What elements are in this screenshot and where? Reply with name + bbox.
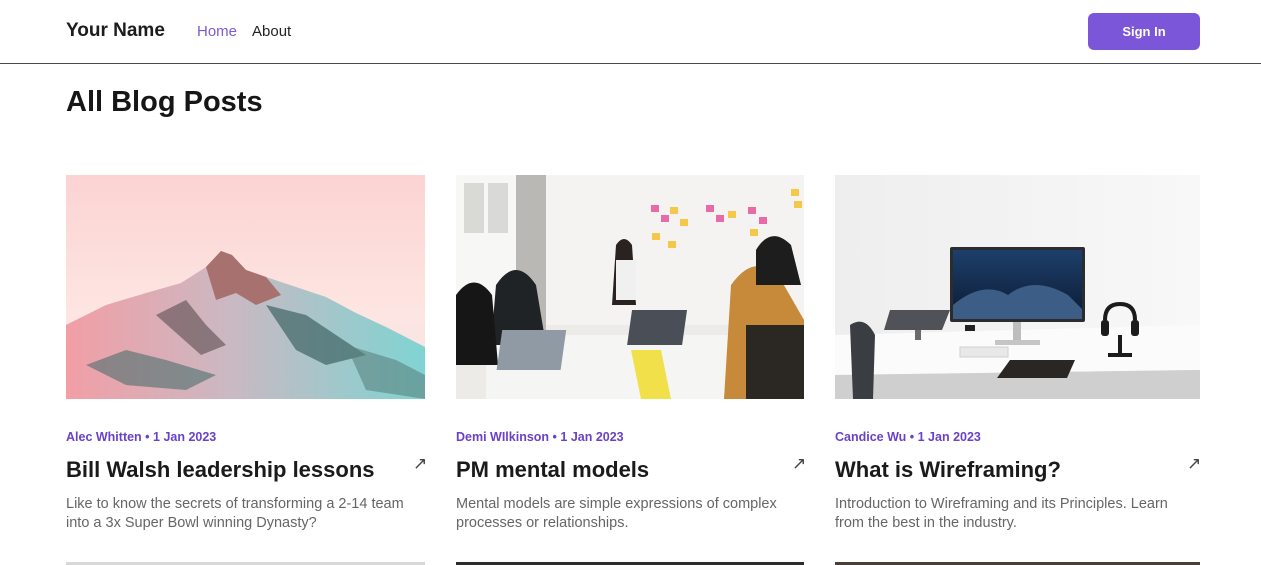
blog-card[interactable]: Candice Wu • 1 Jan 2023 What is Wirefram… [835, 175, 1201, 545]
post-image-office[interactable] [456, 175, 804, 399]
blog-card[interactable]: Demi WIlkinson • 1 Jan 2023 PM mental mo… [456, 175, 806, 545]
page-title: All Blog Posts [66, 86, 263, 118]
post-title[interactable]: Bill Walsh leadership lessons [66, 457, 375, 483]
post-image-desk[interactable] [835, 175, 1200, 399]
sign-in-button[interactable]: Sign In [1088, 13, 1200, 50]
nav-about-link[interactable]: About [252, 23, 291, 40]
arrow-up-right-icon[interactable]: ↗ [1187, 454, 1201, 474]
arrow-up-right-icon[interactable]: ↗ [413, 454, 427, 474]
post-title[interactable]: PM mental models [456, 457, 649, 483]
post-description: Mental models are simple expressions of … [456, 496, 777, 531]
post-description: Like to know the secrets of transforming… [66, 496, 404, 531]
brand-name[interactable]: Your Name [66, 20, 165, 42]
post-meta: Candice Wu • 1 Jan 2023 [835, 430, 981, 444]
blog-card[interactable]: Alec Whitten • 1 Jan 2023 Bill Walsh lea… [66, 175, 427, 545]
post-title[interactable]: What is Wireframing? [835, 457, 1061, 483]
nav-home-link[interactable]: Home [197, 23, 237, 40]
arrow-up-right-icon[interactable]: ↗ [792, 454, 806, 474]
post-image-mountain[interactable] [66, 175, 425, 399]
post-description: Introduction to Wireframing and its Prin… [835, 496, 1168, 531]
post-meta: Demi WIlkinson • 1 Jan 2023 [456, 430, 624, 444]
navbar: Your Name Home About Sign In [0, 0, 1261, 64]
post-meta: Alec Whitten • 1 Jan 2023 [66, 430, 217, 444]
